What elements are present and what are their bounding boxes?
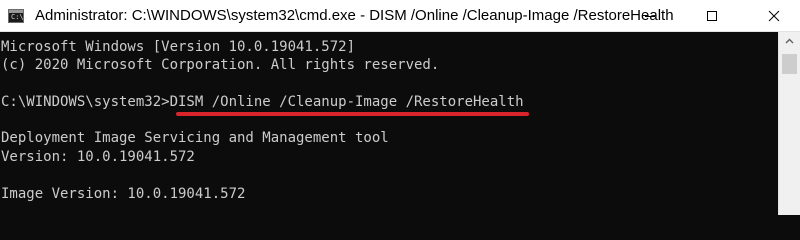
command-prompt-window: C:\. Administrator: C:\WINDOWS\system32\… bbox=[0, 0, 800, 215]
maximize-button[interactable] bbox=[686, 0, 738, 31]
window-title: Administrator: C:\WINDOWS\system32\cmd.e… bbox=[35, 7, 674, 24]
minimize-button[interactable] bbox=[624, 0, 676, 31]
console-app-icon[interactable]: C:\. bbox=[8, 9, 28, 23]
console-output[interactable]: Microsoft Windows [Version 10.0.19041.57… bbox=[0, 32, 778, 215]
console-line: (c) 2020 Microsoft Corporation. All righ… bbox=[1, 57, 440, 73]
command-highlight-underline bbox=[176, 112, 529, 116]
console-line: Deployment Image Servicing and Managemen… bbox=[1, 130, 389, 146]
minimize-icon bbox=[645, 15, 655, 17]
title-bar[interactable]: C:\. Administrator: C:\WINDOWS\system32\… bbox=[0, 0, 800, 32]
console-command-line: C:\WINDOWS\system32>DISM /Online /Cleanu… bbox=[1, 94, 524, 110]
vertical-scrollbar[interactable] bbox=[778, 32, 800, 215]
close-icon bbox=[768, 10, 780, 21]
console-line: Microsoft Windows [Version 10.0.19041.57… bbox=[1, 39, 356, 55]
console-line: Version: 10.0.19041.572 bbox=[1, 149, 195, 165]
console-line: Image Version: 10.0.19041.572 bbox=[1, 186, 246, 202]
maximize-icon bbox=[707, 10, 717, 21]
scroll-up-button[interactable] bbox=[779, 32, 800, 50]
scrollbar-thumb[interactable] bbox=[782, 54, 797, 74]
chevron-up-icon bbox=[785, 38, 794, 44]
close-button[interactable] bbox=[748, 0, 800, 31]
icon-prompt-glyph: C:\. bbox=[11, 13, 28, 21]
